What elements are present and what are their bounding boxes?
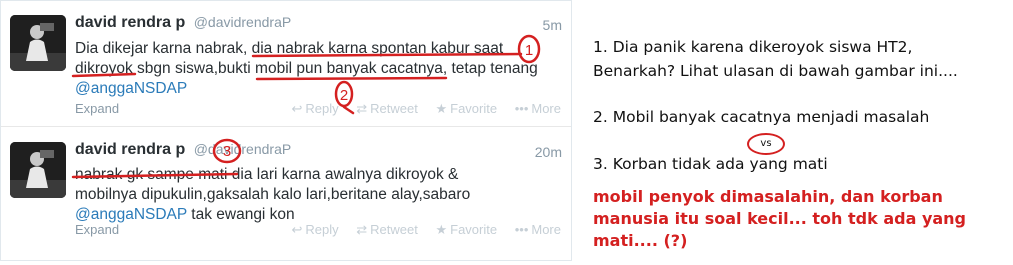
point-3: 3. Korban tidak ada yang mati bbox=[593, 155, 828, 173]
tweet-text-tail: tak ewangi kon bbox=[186, 206, 295, 223]
avatar[interactable] bbox=[10, 142, 66, 198]
tweet-item[interactable]: david rendra p @davidrendraP 5m Dia dike… bbox=[1, 1, 571, 127]
vs-badge: vs bbox=[747, 133, 785, 155]
user-handle[interactable]: @davidrendraP bbox=[194, 141, 292, 157]
avatar-image bbox=[10, 142, 66, 198]
tweet-text: nabrak gk sampe mati dia lari karna awal… bbox=[75, 165, 565, 225]
star-icon: ★ bbox=[435, 222, 448, 237]
point-1-line-1: 1. Dia panik karena dikeroyok siswa HT2, bbox=[593, 38, 913, 56]
tweet-text-line: dikroyok sbgn siswa,bukti mobil pun bany… bbox=[75, 60, 538, 77]
commentary-panel: 1. Dia panik karena dikeroyok siswa HT2,… bbox=[593, 0, 1008, 265]
more-button[interactable]: ••• More bbox=[515, 101, 561, 116]
mention-link[interactable]: @anggaNSDAP bbox=[75, 80, 187, 97]
more-icon: ••• bbox=[514, 101, 529, 116]
favorite-button[interactable]: ★ Favorite bbox=[435, 222, 497, 237]
tweet-timeline: david rendra p @davidrendraP 5m Dia dike… bbox=[0, 0, 572, 261]
more-button[interactable]: ••• More bbox=[515, 222, 561, 237]
retweet-button[interactable]: ⇄ Retweet bbox=[356, 222, 418, 237]
tweet-header: david rendra p @davidrendraP bbox=[75, 141, 291, 159]
point-2: 2. Mobil banyak cacatnya menjadi masalah bbox=[593, 108, 930, 126]
user-handle[interactable]: @davidrendraP bbox=[194, 14, 292, 30]
reply-button[interactable]: ↩ Reply bbox=[291, 101, 338, 116]
tweet-timestamp[interactable]: 20m bbox=[535, 144, 562, 160]
point-1-line-2: Benarkah? Lihat ulasan di bawah gambar i… bbox=[593, 62, 958, 80]
reply-icon: ↩ bbox=[291, 101, 303, 116]
star-icon: ★ bbox=[435, 101, 448, 116]
user-fullname[interactable]: david rendra p bbox=[75, 14, 185, 31]
avatar-image bbox=[10, 15, 66, 71]
favorite-button[interactable]: ★ Favorite bbox=[435, 101, 497, 116]
tweet-text-line: nabrak gk sampe mati dia lari karna awal… bbox=[75, 166, 459, 183]
tweet-text-line: mobilnya dipukulin,gaksalah kalo lari,be… bbox=[75, 186, 471, 203]
tweet-actions: ↩ Reply ⇄ Retweet ★ Favorite ••• More bbox=[277, 101, 561, 117]
commentary-text: mobil penyok dimasalahin, dan korban man… bbox=[593, 187, 967, 250]
retweet-icon: ⇄ bbox=[356, 222, 368, 237]
more-icon: ••• bbox=[514, 222, 529, 237]
tweet-actions: ↩ Reply ⇄ Retweet ★ Favorite ••• More bbox=[277, 222, 561, 238]
tweet-header: david rendra p @davidrendraP bbox=[75, 14, 291, 32]
avatar[interactable] bbox=[10, 15, 66, 71]
tweet-timestamp[interactable]: 5m bbox=[543, 17, 562, 33]
reply-icon: ↩ bbox=[291, 222, 303, 237]
expand-link[interactable]: Expand bbox=[75, 222, 119, 237]
retweet-button[interactable]: ⇄ Retweet bbox=[356, 101, 418, 116]
expand-link[interactable]: Expand bbox=[75, 101, 119, 116]
tweet-text: Dia dikejar karna nabrak, dia nabrak kar… bbox=[75, 39, 565, 99]
tweet-item[interactable]: david rendra p @davidrendraP 20m nabrak … bbox=[1, 128, 571, 261]
reply-button[interactable]: ↩ Reply bbox=[291, 222, 338, 237]
retweet-icon: ⇄ bbox=[356, 101, 368, 116]
mention-link[interactable]: @anggaNSDAP bbox=[75, 206, 187, 223]
tweet-text-line: Dia dikejar karna nabrak, dia nabrak kar… bbox=[75, 40, 504, 57]
user-fullname[interactable]: david rendra p bbox=[75, 141, 185, 158]
